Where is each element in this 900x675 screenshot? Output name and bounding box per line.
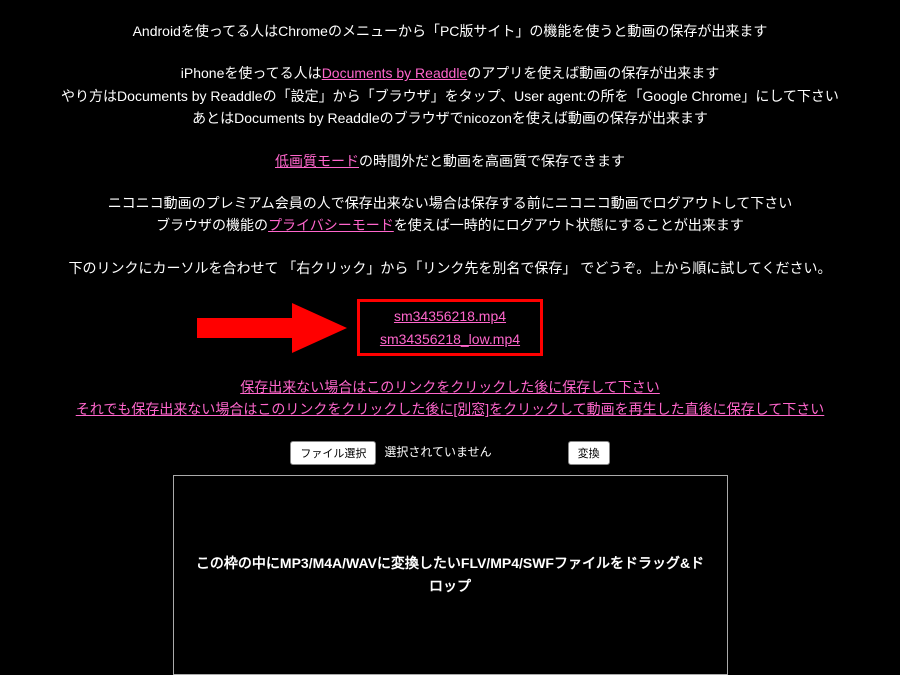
prefix: iPhoneを使ってる人は (181, 65, 322, 81)
file-convert-row: ファイル選択 選択されていません 変換 (0, 441, 900, 465)
download-link-hq[interactable]: sm34356218.mp4 (380, 305, 520, 327)
file-status-text: 選択されていません (384, 443, 491, 462)
download-link-low[interactable]: sm34356218_low.mp4 (380, 328, 520, 350)
suffix: のアプリを使えば動画の保存が出来ます (467, 65, 719, 81)
right-click-instruction: 下のリンクにカーソルを合わせて 「右クリック」から「リンク先を別名で保存」 でど… (0, 257, 900, 279)
download-links-box: sm34356218.mp4 sm34356218_low.mp4 (357, 299, 543, 356)
convert-button[interactable]: 変換 (568, 441, 610, 465)
prefix: ブラウザの機能の (156, 217, 268, 233)
low-quality-mode-link[interactable]: 低画質モード (275, 153, 359, 169)
line2: やり方はDocuments by Readdleの「設定」から「ブラウザ」をタッ… (0, 85, 900, 107)
line3: あとはDocuments by Readdleのブラウザでnicozonを使えば… (0, 107, 900, 129)
iphone-instruction: iPhoneを使ってる人はDocuments by Readdleのアプリを使え… (0, 62, 900, 129)
line1: iPhoneを使ってる人はDocuments by Readdleのアプリを使え… (0, 62, 900, 84)
suffix: の時間外だと動画を高画質で保存できます (359, 153, 625, 169)
dropzone-text: この枠の中にMP3/M4A/WAVに変換したいFLV/MP4/SWFファイルをド… (194, 552, 707, 597)
line2: ブラウザの機能のプライバシーモードを使えば一時的にログアウト状態にすることが出来… (0, 214, 900, 236)
fallback-link-2[interactable]: それでも保存出来ない場合はこのリンクをクリックした後に[別窓]をクリックして動画… (0, 398, 900, 420)
line1: ニコニコ動画のプレミアム会員の人で保存出来ない場合は保存する前にニコニコ動画でロ… (0, 192, 900, 214)
documents-by-readdle-link[interactable]: Documents by Readdle (322, 65, 468, 81)
dropzone[interactable]: この枠の中にMP3/M4A/WAVに変換したいFLV/MP4/SWFファイルをド… (173, 475, 728, 675)
android-instruction: Androidを使ってる人はChromeのメニューから「PC版サイト」の機能を使… (0, 20, 900, 42)
text: Androidを使ってる人はChromeのメニューから「PC版サイト」の機能を使… (133, 23, 768, 39)
premium-instruction: ニコニコ動画のプレミアム会員の人で保存出来ない場合は保存する前にニコニコ動画でロ… (0, 192, 900, 237)
file-select-button[interactable]: ファイル選択 (290, 441, 376, 465)
suffix: を使えば一時的にログアウト状態にすることが出来ます (394, 217, 744, 233)
privacy-mode-link[interactable]: プライバシーモード (268, 217, 394, 233)
arrow-icon (197, 303, 347, 353)
text: 下のリンクにカーソルを合わせて 「右クリック」から「リンク先を別名で保存」 でど… (69, 260, 832, 276)
fallback-links: 保存出来ない場合はこのリンクをクリックした後に保存して下さい それでも保存出来な… (0, 376, 900, 421)
quality-mode-instruction: 低画質モードの時間外だと動画を高画質で保存できます (0, 150, 900, 172)
fallback-link-1[interactable]: 保存出来ない場合はこのリンクをクリックした後に保存して下さい (0, 376, 900, 398)
download-links-container: sm34356218.mp4 sm34356218_low.mp4 (357, 299, 543, 356)
